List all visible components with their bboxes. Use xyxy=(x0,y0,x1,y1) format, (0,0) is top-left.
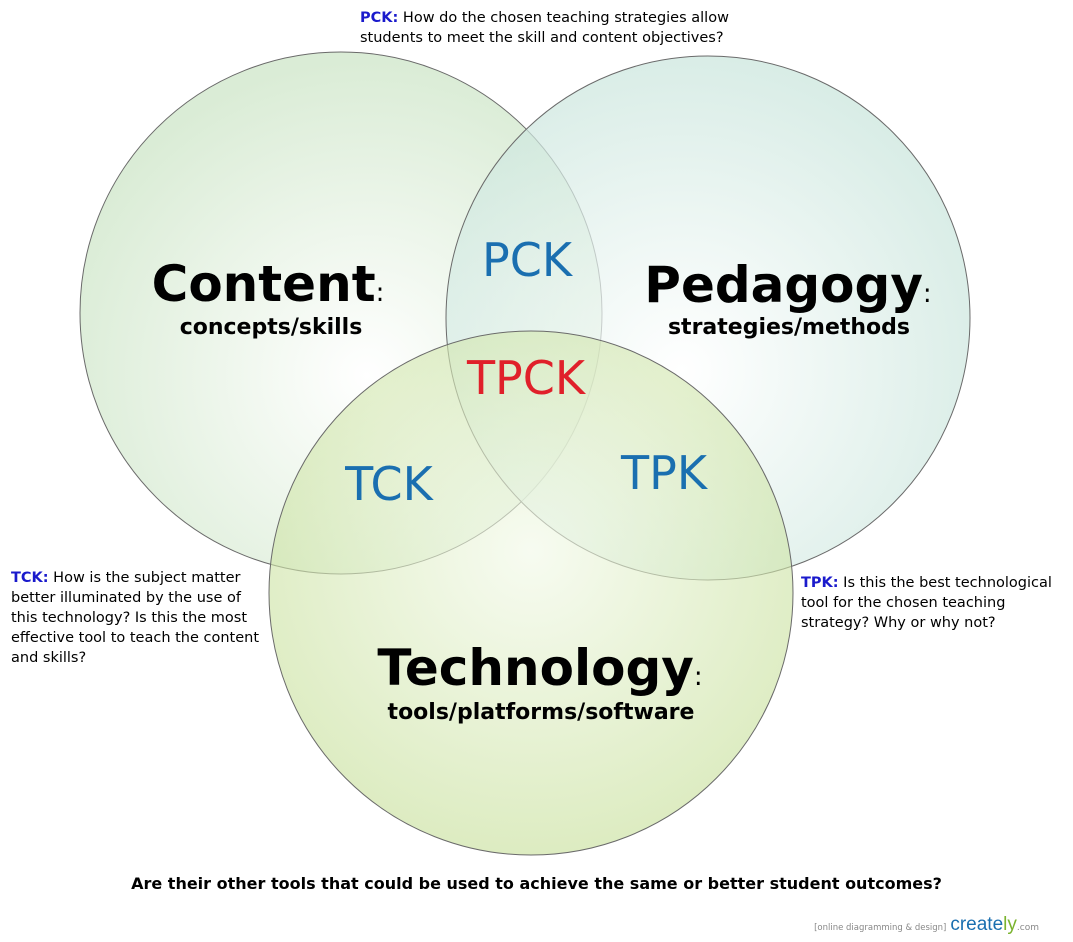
pck-note-text: How do the chosen teaching strategies al… xyxy=(360,10,729,46)
pck-label: PCK xyxy=(482,233,574,287)
tck-note: TCK: How is the subject matter better il… xyxy=(11,568,269,668)
content-subtitle: concepts/skills xyxy=(180,315,363,340)
technology-title: Technology: xyxy=(377,639,702,697)
creately-watermark[interactable]: [online diagramming & design] creately.co… xyxy=(814,914,1039,936)
tck-label: TCK xyxy=(344,457,435,511)
technology-circle xyxy=(268,330,794,856)
tpk-note-tag: TPK: xyxy=(801,575,839,591)
pck-note: PCK: How do the chosen teaching strategi… xyxy=(360,8,770,48)
pck-note-tag: PCK: xyxy=(360,10,399,26)
content-title: Content: xyxy=(152,255,385,313)
footer-question: Are their other tools that could be used… xyxy=(131,874,942,893)
pedagogy-title: Pedagogy: xyxy=(644,256,931,314)
tpk-note-text: Is this the best technological tool for … xyxy=(801,575,1052,631)
technology-subtitle: tools/platforms/software xyxy=(388,700,695,725)
tpk-label: TPK xyxy=(620,446,709,500)
tck-note-text: How is the subject matter better illumin… xyxy=(11,570,260,666)
venn-diagram: Content: concepts/skills Pedagogy: strat… xyxy=(79,51,971,856)
tpk-note: TPK: Is this the best technological tool… xyxy=(801,573,1069,633)
watermark-domain: .com xyxy=(1016,923,1039,933)
watermark-prefix: [online diagramming & design] xyxy=(814,923,947,933)
pedagogy-subtitle: strategies/methods xyxy=(668,315,910,340)
tck-note-tag: TCK: xyxy=(11,570,49,586)
tpck-label: TPCK xyxy=(466,351,587,405)
creately-logo: creately xyxy=(950,914,1017,935)
